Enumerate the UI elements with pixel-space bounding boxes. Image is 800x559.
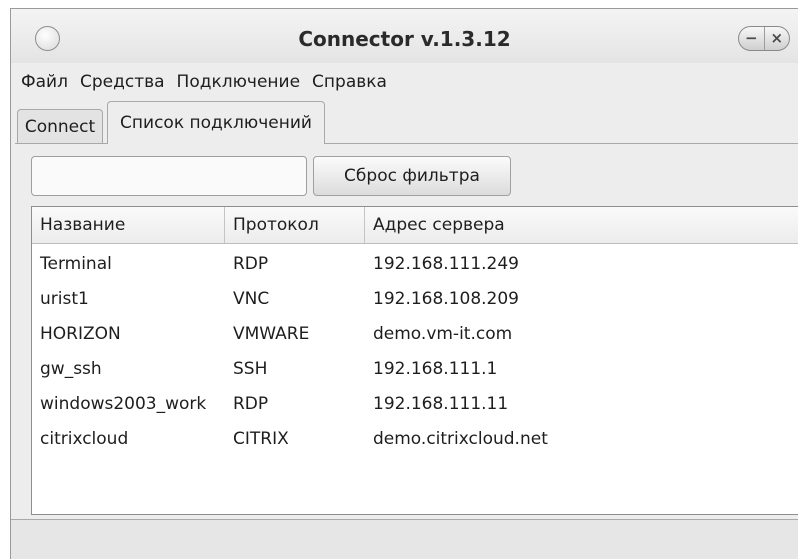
search-input[interactable] (31, 156, 307, 196)
cell-server-address: demo.vm-it.com (373, 323, 513, 344)
title-bar[interactable]: Connector v.1.3.12 − × (11, 9, 798, 63)
cell-protocol: VMWARE (233, 323, 310, 344)
window-controls: − × (738, 26, 790, 51)
cell-server-address: demo.citrixcloud.net (373, 428, 548, 449)
window-title: Connector v.1.3.12 (298, 27, 511, 51)
column-header-name[interactable]: Название (32, 207, 225, 243)
menu-connection[interactable]: Подключение (171, 72, 307, 92)
cell-server-address: 192.168.111.249 (373, 253, 520, 274)
connections-table: Название Протокол Адрес сервера Terminal… (31, 206, 798, 515)
cell-name: windows2003_work (40, 393, 207, 414)
table-row[interactable]: Terminal RDP 192.168.111.249 (32, 246, 798, 281)
cell-name: HORIZON (40, 323, 121, 344)
table-header: Название Протокол Адрес сервера (32, 207, 798, 244)
reset-filter-button[interactable]: Сброс фильтра (313, 156, 511, 196)
column-header-protocol[interactable]: Протокол (225, 207, 365, 243)
status-bar (11, 519, 798, 559)
cell-protocol: RDP (233, 393, 269, 414)
close-button[interactable]: × (763, 27, 790, 50)
tab-connection-list[interactable]: Список подключений (107, 101, 325, 144)
cell-name: gw_ssh (40, 358, 102, 379)
cell-server-address: 192.168.111.11 (373, 393, 509, 414)
cell-name: Terminal (40, 253, 112, 274)
table-row[interactable]: urist1 VNC 192.168.108.209 (32, 281, 798, 316)
cell-protocol: VNC (233, 288, 270, 309)
table-row[interactable]: windows2003_work RDP 192.168.111.11 (32, 386, 798, 421)
menu-tools[interactable]: Средства (74, 72, 171, 92)
minimize-button[interactable]: − (739, 27, 764, 50)
cell-server-address: 192.168.108.209 (373, 288, 520, 309)
cell-protocol: CITRIX (233, 428, 289, 449)
cell-name: citrixcloud (40, 428, 129, 449)
tab-connect[interactable]: Connect (17, 109, 103, 143)
table-row[interactable]: gw_ssh SSH 192.168.111.1 (32, 351, 798, 386)
tab-bar: Connect Список подключений (11, 101, 798, 144)
cell-protocol: SSH (233, 358, 268, 379)
menu-file[interactable]: Файл (15, 72, 74, 92)
app-window: Connector v.1.3.12 − × Файл Средства Под… (10, 8, 798, 559)
cell-server-address: 192.168.111.1 (373, 358, 498, 379)
table-row[interactable]: citrixcloud CITRIX demo.citrixcloud.net (32, 421, 798, 456)
menu-bar: Файл Средства Подключение Справка (11, 63, 798, 101)
cell-name: urist1 (40, 288, 89, 309)
table-row[interactable]: HORIZON VMWARE demo.vm-it.com (32, 316, 798, 351)
connection-list-panel: Сброс фильтра Название Протокол Адрес се… (15, 143, 798, 519)
column-header-server-address[interactable]: Адрес сервера (365, 207, 798, 243)
table-body: Terminal RDP 192.168.111.249 urist1 VNC … (32, 244, 798, 456)
menu-help[interactable]: Справка (306, 72, 393, 92)
cell-protocol: RDP (233, 253, 269, 274)
